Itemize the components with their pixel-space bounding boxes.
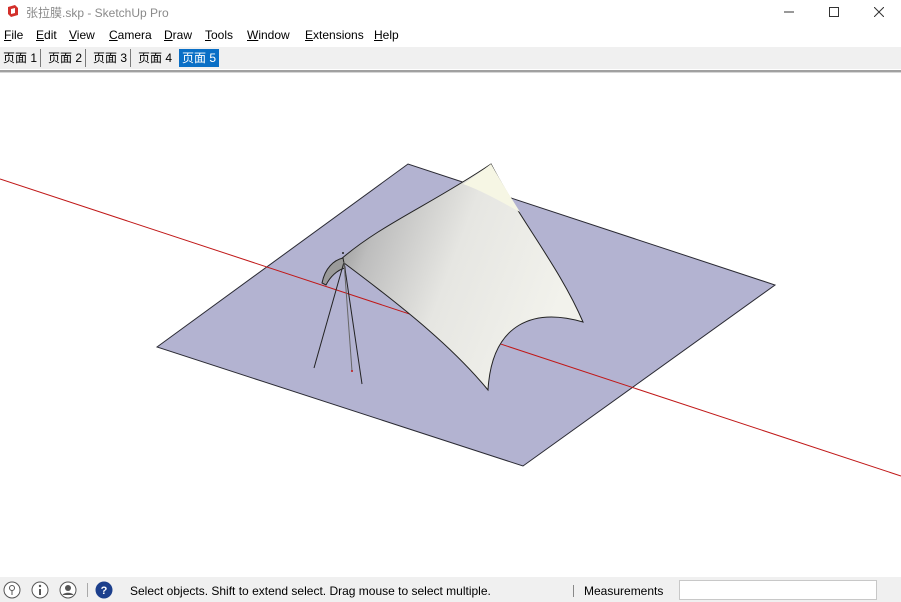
status-hint-text: Select objects. Shift to extend select. … xyxy=(130,584,491,598)
maximize-icon xyxy=(829,7,839,17)
tab-scene-5[interactable]: 页面 5 xyxy=(179,49,220,67)
user-account-icon[interactable] xyxy=(59,581,77,599)
minimize-icon xyxy=(784,11,794,13)
scene-tabs: 页面 1 页面 2 页面 3 页面 4 页面 5 xyxy=(0,47,901,69)
menu-file[interactable]: File xyxy=(4,28,23,42)
close-icon xyxy=(874,7,884,17)
window-title: 张拉膜.skp - SketchUp Pro xyxy=(26,6,169,20)
menu-bar: File Edit View Camera Draw Tools Window … xyxy=(0,26,901,46)
maximize-button[interactable] xyxy=(811,0,857,24)
sketchup-logo-icon xyxy=(8,5,18,17)
menu-tools[interactable]: Tools xyxy=(205,28,233,42)
menu-edit[interactable]: Edit xyxy=(36,28,57,42)
mast-base-point xyxy=(351,370,353,372)
close-button[interactable] xyxy=(856,0,901,24)
tab-scene-2[interactable]: 页面 2 xyxy=(45,49,87,67)
tab-scene-3[interactable]: 页面 3 xyxy=(90,49,132,67)
title-bar: 张拉膜.skp - SketchUp Pro xyxy=(0,0,901,24)
minimize-button[interactable] xyxy=(766,0,812,24)
model-viewport[interactable] xyxy=(0,73,901,576)
menu-extensions[interactable]: Extensions xyxy=(305,28,364,42)
menu-draw[interactable]: Draw xyxy=(164,28,192,42)
instructor-help-icon[interactable]: ? xyxy=(95,581,113,599)
svg-text:?: ? xyxy=(101,585,108,597)
menu-view[interactable]: View xyxy=(69,28,95,42)
credits-info-icon[interactable] xyxy=(31,581,49,599)
status-bar: ? Select objects. Shift to extend select… xyxy=(0,577,901,602)
status-separator xyxy=(87,583,88,597)
geo-location-icon[interactable] xyxy=(3,581,21,599)
tab-scene-1[interactable]: 页面 1 xyxy=(0,49,42,67)
menu-help[interactable]: Help xyxy=(374,28,399,42)
measurements-input[interactable] xyxy=(679,580,877,600)
menu-camera[interactable]: Camera xyxy=(109,28,152,42)
menu-window[interactable]: Window xyxy=(247,28,290,42)
mast-top-point xyxy=(342,252,344,254)
measurements-label: Measurements xyxy=(584,584,664,598)
tab-scene-4[interactable]: 页面 4 xyxy=(135,49,175,67)
measurements-separator xyxy=(573,585,574,597)
scene-canvas[interactable] xyxy=(0,73,901,576)
